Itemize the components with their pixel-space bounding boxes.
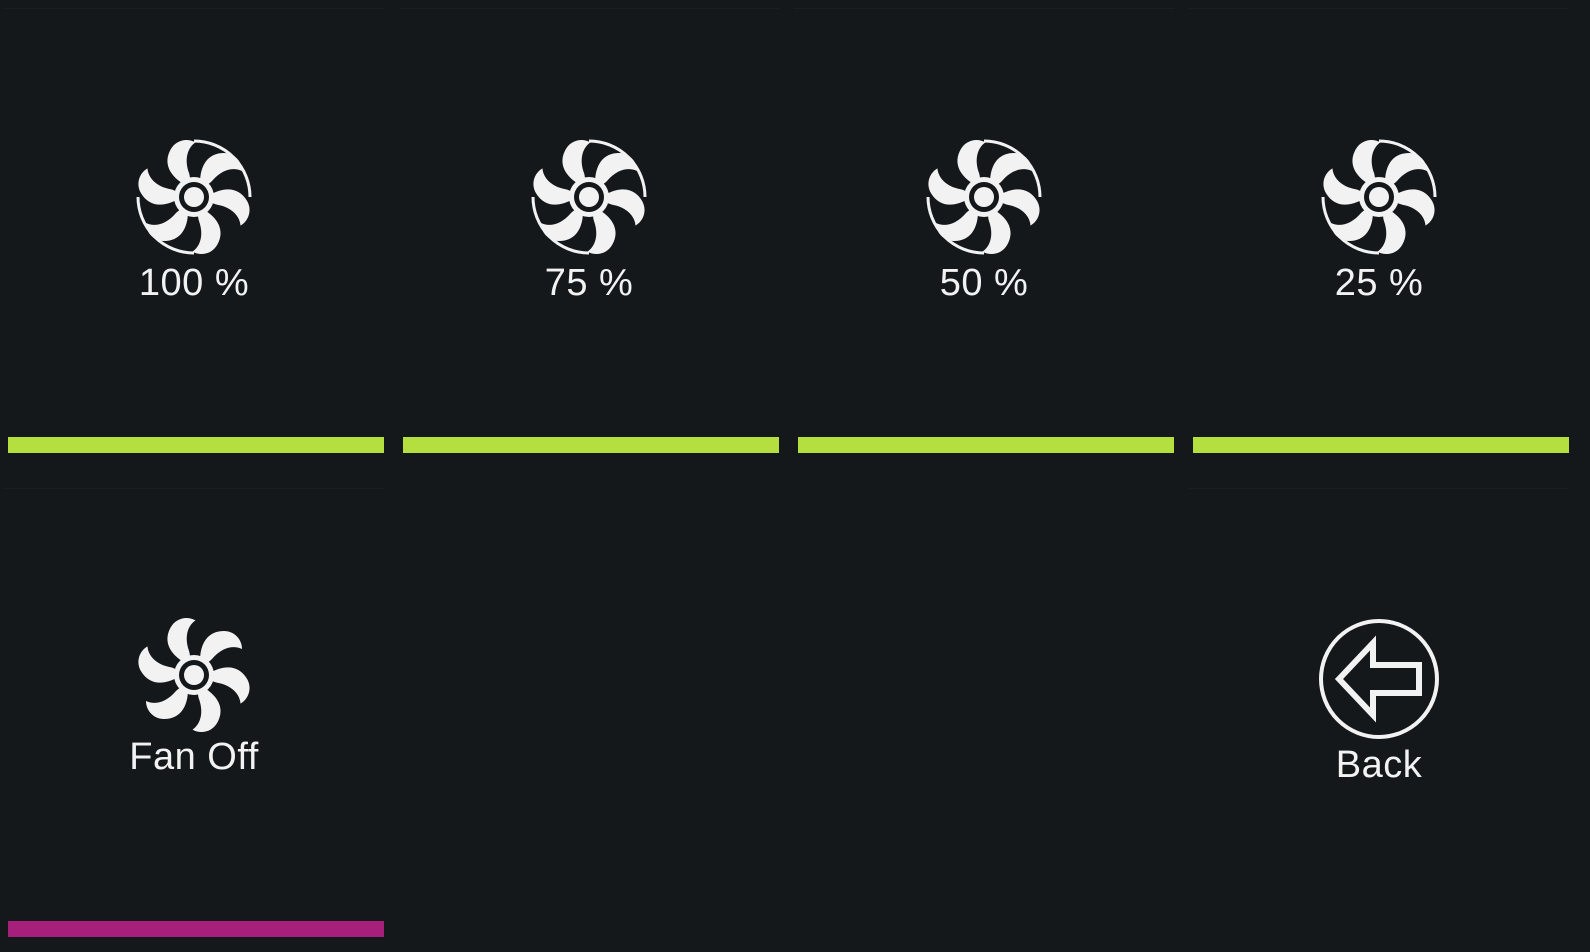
fan-control-screen: 100 % 75 % 50 % 25 % Fan Off Back bbox=[0, 0, 1590, 952]
status-bar-active bbox=[8, 437, 384, 453]
fan-25-button[interactable]: 25 % bbox=[1189, 8, 1569, 472]
fan-75-label: 75 % bbox=[544, 262, 634, 304]
fan-speed-icon bbox=[134, 137, 254, 257]
status-bar-active bbox=[798, 437, 1174, 453]
fan-icon bbox=[134, 615, 254, 735]
fan-100-label: 100 % bbox=[138, 262, 250, 304]
fan-50-button[interactable]: 50 % bbox=[794, 8, 1174, 472]
fan-speed-icon bbox=[1319, 137, 1439, 257]
back-label: Back bbox=[1335, 744, 1423, 786]
status-bar-active bbox=[403, 437, 779, 453]
fan-75-button[interactable]: 75 % bbox=[399, 8, 779, 472]
fan-off-button[interactable]: Fan Off bbox=[4, 488, 384, 952]
status-bar-active bbox=[1193, 437, 1569, 453]
fan-100-button[interactable]: 100 % bbox=[4, 8, 384, 472]
fan-off-label: Fan Off bbox=[129, 736, 259, 778]
fan-speed-icon bbox=[529, 137, 649, 257]
fan-speed-icon bbox=[924, 137, 1044, 257]
fan-50-label: 50 % bbox=[939, 262, 1029, 304]
fan-25-label: 25 % bbox=[1334, 262, 1424, 304]
back-button[interactable]: Back bbox=[1189, 488, 1569, 952]
status-bar-off bbox=[8, 921, 384, 937]
back-arrow-icon bbox=[1319, 619, 1439, 739]
